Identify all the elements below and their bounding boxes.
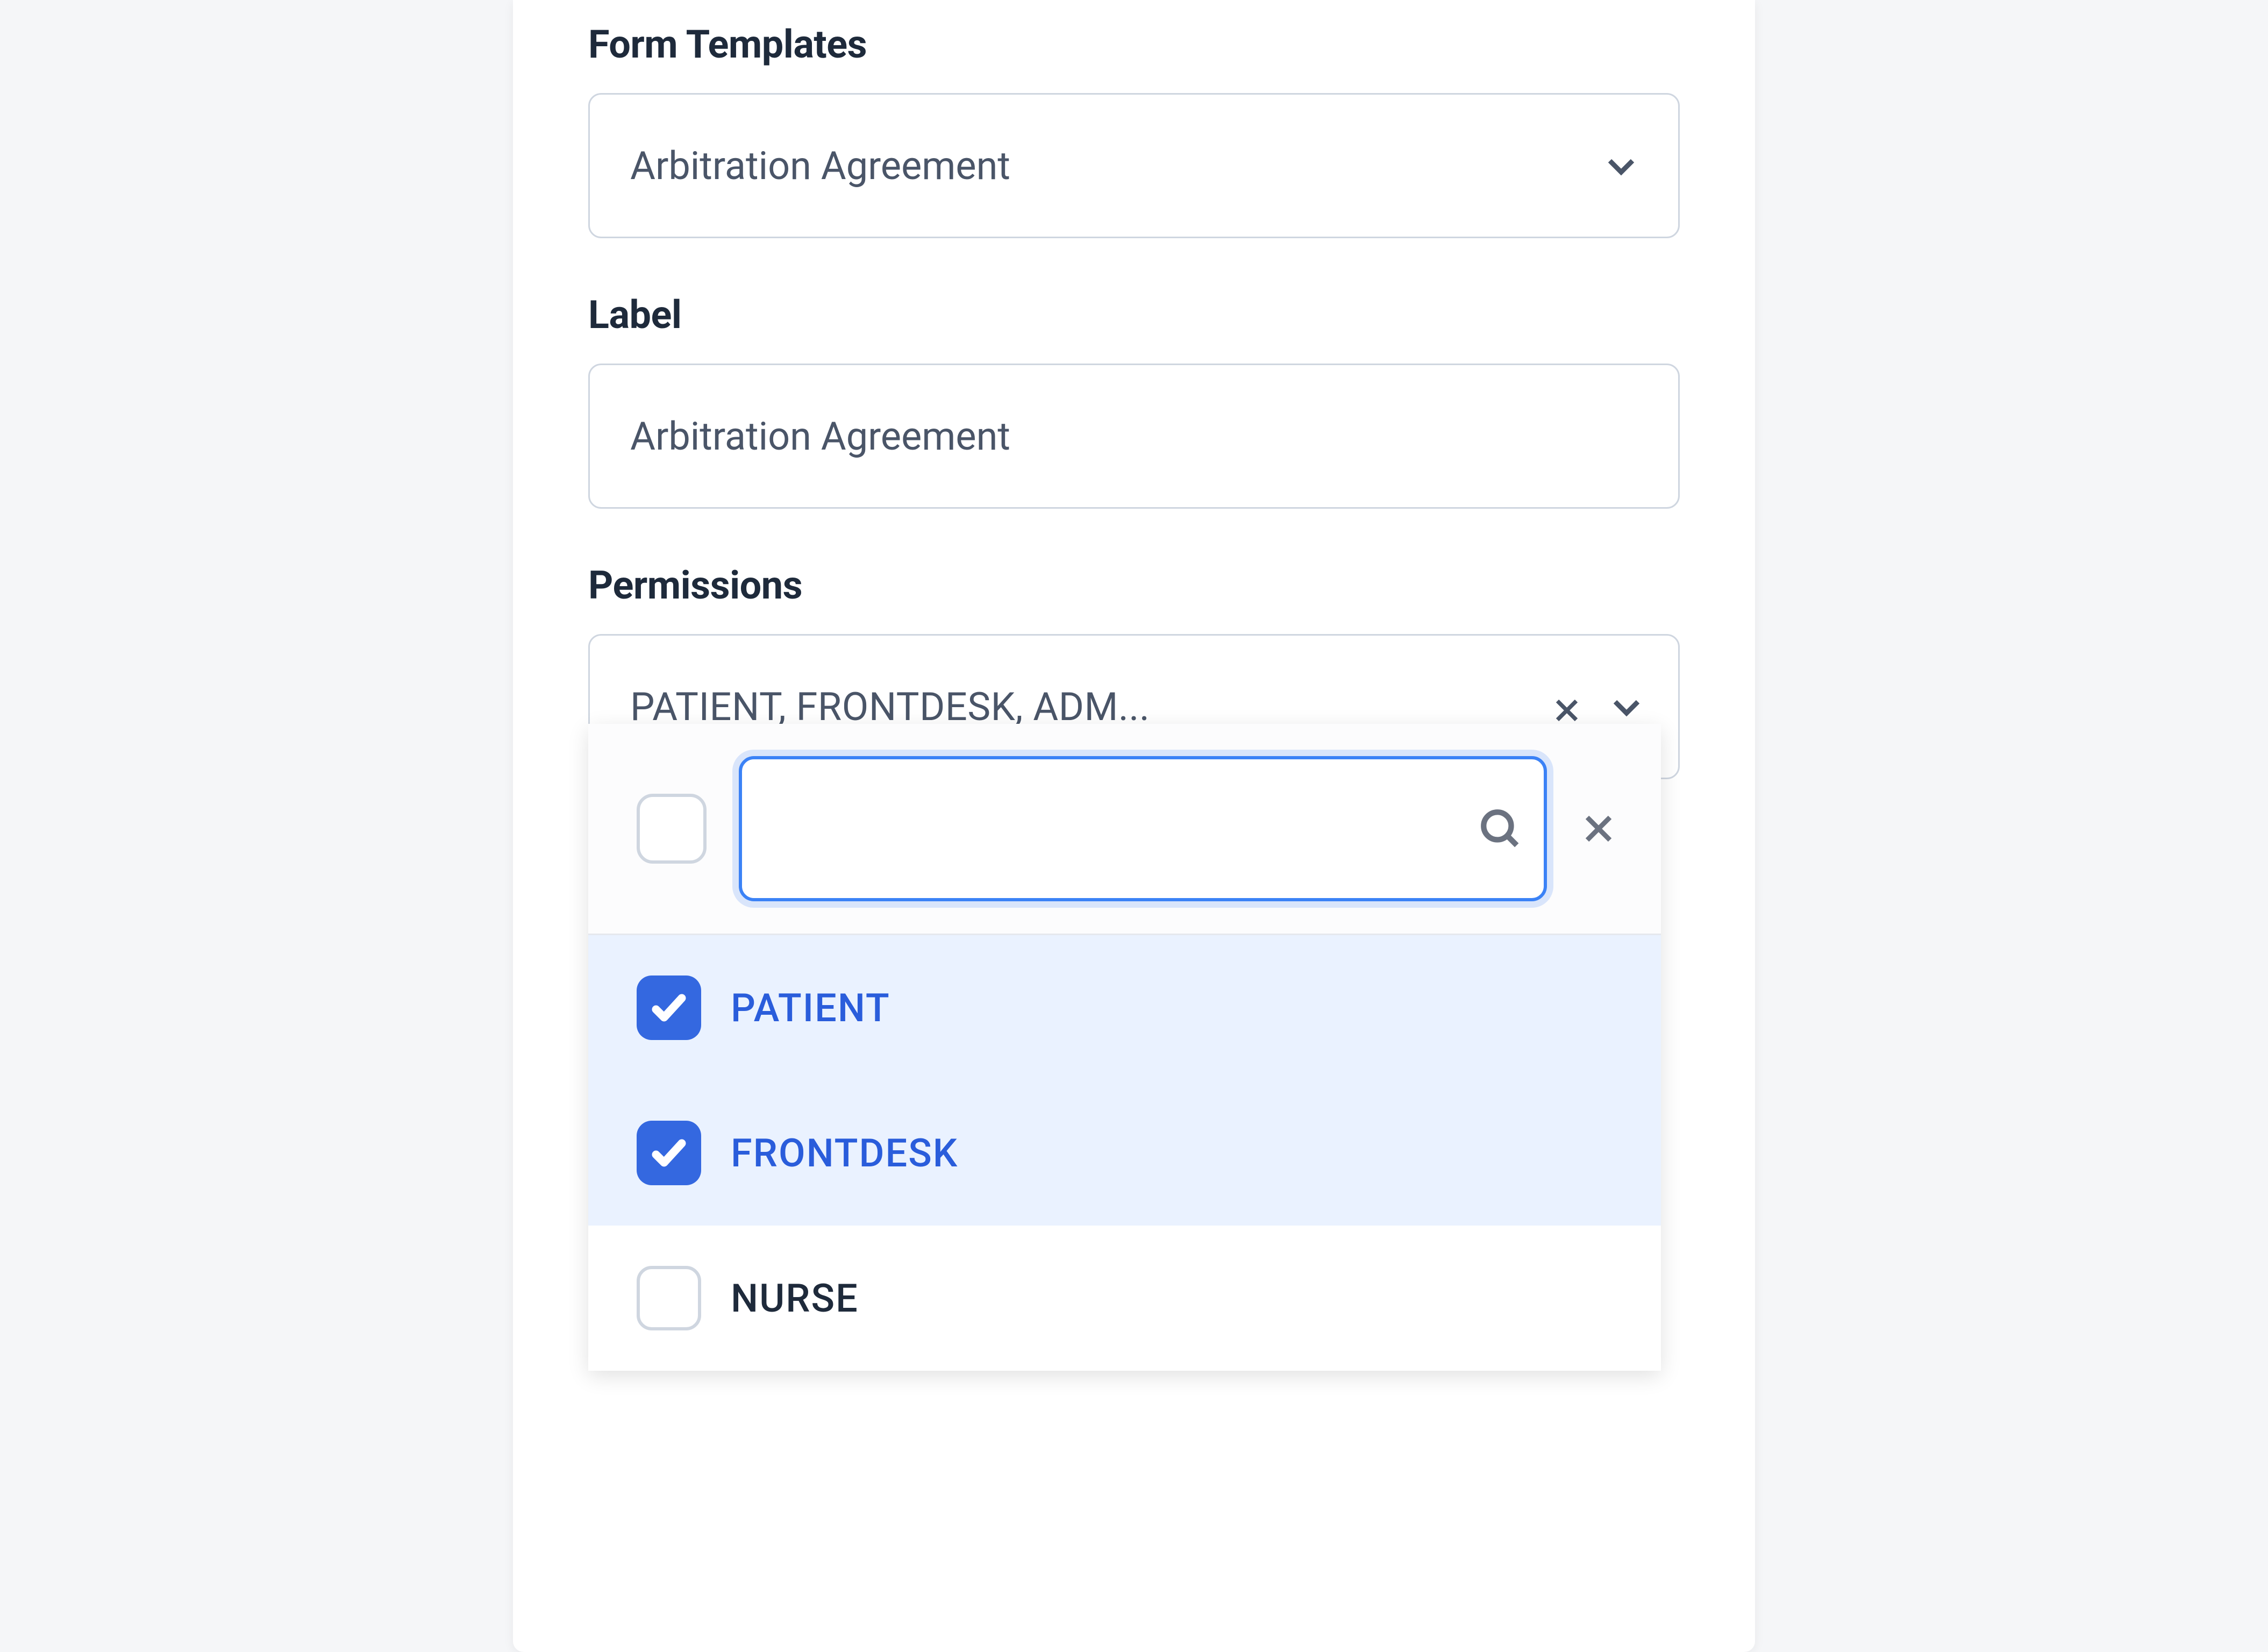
label-text-field[interactable] [588, 364, 1680, 509]
permissions-option-label: NURSE [731, 1276, 859, 1321]
close-search-icon[interactable] [1579, 809, 1618, 848]
checkbox-checked-icon [637, 975, 701, 1040]
chevron-down-icon [1602, 146, 1641, 185]
permissions-option-label: PATIENT [731, 985, 890, 1031]
permissions-search-field[interactable] [739, 756, 1547, 901]
search-icon [1478, 807, 1522, 851]
form-templates-selected-value: Arbitration Agreement [630, 143, 1010, 189]
permissions-label: Permissions [588, 562, 1680, 608]
permissions-group: Permissions PATIENT, FRONTDESK, ADM... [588, 562, 1680, 779]
permissions-options-list: PATIENT FRONTDESK NURSE [588, 935, 1661, 1371]
permissions-summary: PATIENT, FRONTDESK, ADM... [630, 684, 1535, 730]
chevron-down-icon[interactable] [1607, 687, 1646, 726]
permissions-dropdown-panel: PATIENT FRONTDESK NURSE [588, 724, 1661, 1371]
checkbox-unchecked-icon [637, 1266, 701, 1330]
checkbox-checked-icon [637, 1121, 701, 1185]
label-field-label: Label [588, 292, 1680, 338]
permissions-search-row [588, 724, 1661, 935]
form-templates-label: Form Templates [588, 22, 1680, 67]
permissions-option-label: FRONTDESK [731, 1130, 958, 1176]
permissions-option-patient[interactable]: PATIENT [588, 935, 1661, 1080]
permissions-option-nurse[interactable]: NURSE [588, 1226, 1661, 1371]
permissions-actions [1535, 687, 1646, 726]
form-templates-group: Form Templates Arbitration Agreement [588, 22, 1680, 238]
page-background: Form Templates Arbitration Agreement Lab… [0, 0, 2268, 1652]
clear-permissions-icon[interactable] [1551, 690, 1583, 723]
form-templates-select[interactable]: Arbitration Agreement [588, 93, 1680, 238]
select-all-checkbox[interactable] [637, 794, 707, 864]
label-group: Label [588, 292, 1680, 509]
label-input[interactable] [630, 365, 1638, 507]
form-card: Form Templates Arbitration Agreement Lab… [513, 0, 1755, 1652]
permissions-search-input[interactable] [769, 807, 1478, 850]
permissions-option-frontdesk[interactable]: FRONTDESK [588, 1080, 1661, 1226]
